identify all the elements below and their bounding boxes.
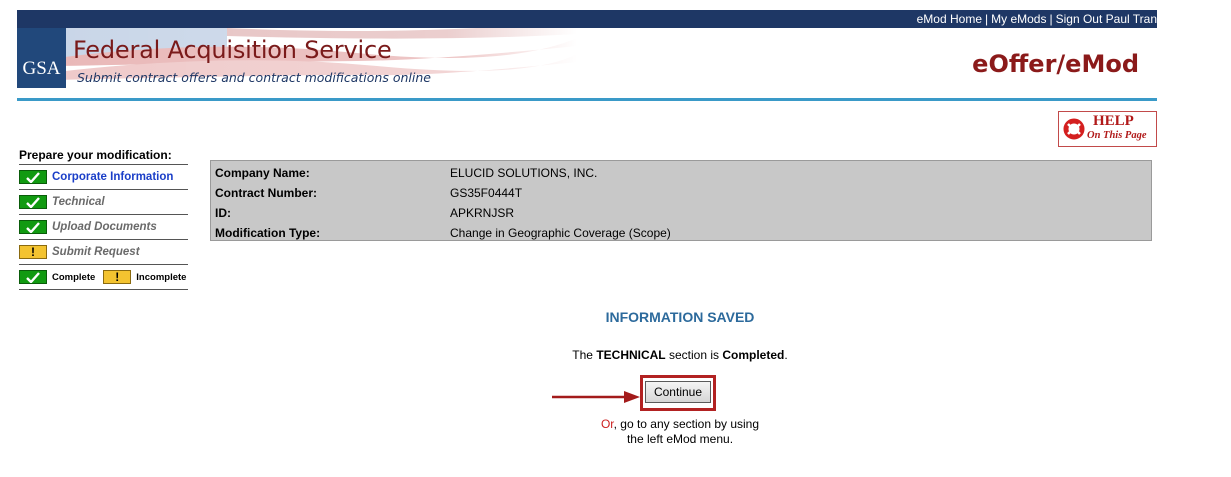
menu-item-submit-request[interactable]: ! Submit Request bbox=[19, 240, 188, 265]
menu-item-label: Corporate Information bbox=[52, 171, 174, 183]
information-saved-heading: INFORMATION SAVED bbox=[605, 309, 755, 325]
status-message: The TECHNICAL section is Completed. bbox=[460, 348, 900, 362]
info-row-company-name: Company Name: ELUCID SOLUTIONS, INC. bbox=[215, 163, 1151, 183]
info-row-modification-type: Modification Type: Change in Geographic … bbox=[215, 223, 1151, 243]
site-banner: GSA Federal Acquisition Service Submit c… bbox=[17, 28, 1157, 98]
help-title: HELP bbox=[1093, 113, 1134, 129]
emod-home-link[interactable]: eMod Home bbox=[917, 12, 982, 26]
menu-item-label: Upload Documents bbox=[52, 221, 157, 233]
menu-item-upload-documents[interactable]: Upload Documents bbox=[19, 215, 188, 240]
continue-button[interactable]: Continue bbox=[645, 381, 711, 403]
menu-item-label: Technical bbox=[52, 196, 105, 208]
menu-item-corporate-information[interactable]: Corporate Information bbox=[19, 165, 188, 190]
menu-item-label: Submit Request bbox=[52, 246, 140, 258]
or-label: Or bbox=[600, 417, 614, 431]
help-subtitle: On This Page bbox=[1087, 130, 1147, 141]
header-divider bbox=[17, 98, 1157, 101]
alternative-navigation-note: Or, go to any section by using the left … bbox=[560, 417, 800, 447]
site-subtitle: Submit contract offers and contract modi… bbox=[77, 70, 431, 85]
info-label: Company Name: bbox=[215, 166, 310, 180]
legend-complete-label: Complete bbox=[52, 271, 96, 283]
top-nav-bar: eMod Home | My eMods | Sign Out Paul Tran bbox=[17, 10, 1157, 28]
complete-check-icon bbox=[19, 195, 47, 209]
link-separator: | bbox=[1049, 12, 1053, 26]
info-label: ID: bbox=[215, 206, 231, 220]
contract-info-panel: Company Name: ELUCID SOLUTIONS, INC. Con… bbox=[210, 160, 1152, 241]
gsa-logo: GSA bbox=[17, 28, 66, 88]
site-title: Federal Acquisition Service bbox=[73, 36, 392, 64]
menu-item-technical[interactable]: Technical bbox=[19, 190, 188, 215]
info-value: GS35F0444T bbox=[450, 186, 523, 200]
top-links: eMod Home | My eMods | Sign Out Paul Tran bbox=[917, 10, 1157, 28]
my-emods-link[interactable]: My eMods bbox=[991, 12, 1046, 26]
message-prefix: The bbox=[572, 348, 597, 362]
message-middle: section is bbox=[665, 348, 723, 362]
complete-check-icon bbox=[19, 170, 47, 184]
menu-heading: Prepare your modification: bbox=[19, 148, 188, 165]
message-suffix: . bbox=[784, 348, 788, 362]
info-label: Modification Type: bbox=[215, 226, 321, 240]
info-value: Change in Geographic Coverage (Scope) bbox=[450, 226, 671, 240]
complete-check-icon bbox=[19, 220, 47, 234]
section-status: Completed bbox=[722, 348, 785, 362]
info-label: Contract Number: bbox=[215, 186, 318, 200]
info-row-id: ID: APKRNJSR bbox=[215, 203, 1151, 223]
app-name: eOffer/eMod bbox=[972, 50, 1139, 78]
status-legend: Complete ! Incomplete bbox=[19, 265, 188, 290]
incomplete-warning-icon: ! bbox=[19, 245, 47, 259]
section-name: TECHNICAL bbox=[596, 348, 666, 362]
or-line-2: the left eMod menu. bbox=[626, 432, 734, 446]
info-value: APKRNJSR bbox=[450, 206, 515, 220]
incomplete-warning-icon: ! bbox=[103, 270, 132, 284]
complete-check-icon bbox=[19, 270, 47, 284]
info-value: ELUCID SOLUTIONS, INC. bbox=[450, 166, 598, 180]
legend-incomplete-label: Incomplete bbox=[136, 271, 187, 283]
modification-menu: Prepare your modification: Corporate Inf… bbox=[19, 148, 188, 290]
link-separator: | bbox=[985, 12, 989, 26]
life-ring-icon bbox=[1063, 118, 1085, 140]
or-line-1: , go to any section by using bbox=[613, 417, 760, 431]
info-row-contract-number: Contract Number: GS35F0444T bbox=[215, 183, 1151, 203]
sign-out-link[interactable]: Sign Out Paul Tran bbox=[1056, 12, 1157, 26]
help-on-this-page-button[interactable]: HELP On This Page bbox=[1058, 111, 1157, 147]
pointer-arrow-icon bbox=[552, 391, 640, 403]
